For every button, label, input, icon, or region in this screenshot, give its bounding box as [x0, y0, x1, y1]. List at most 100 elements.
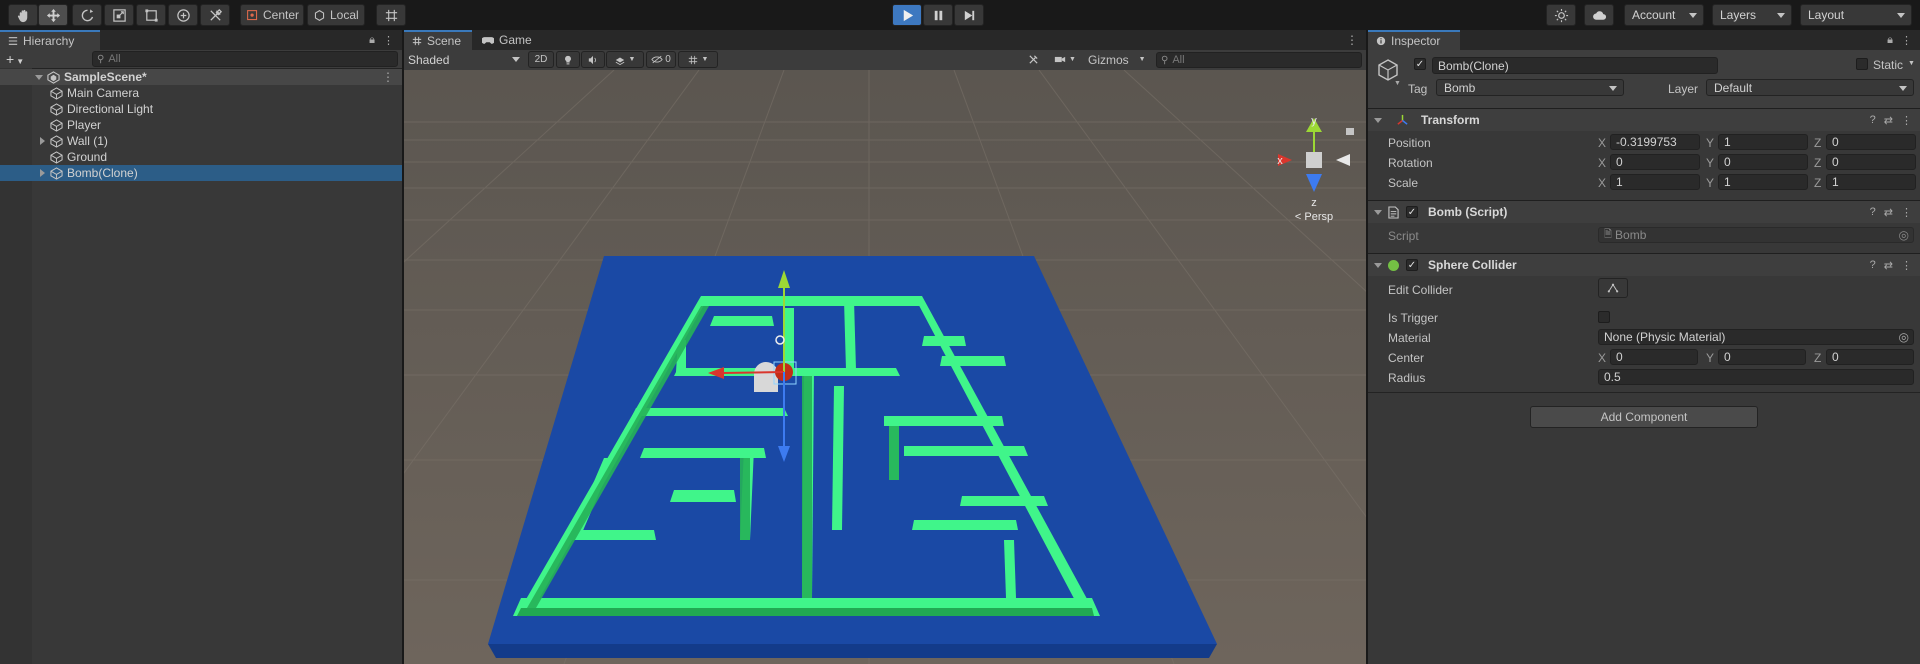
tab-scene[interactable]: Scene: [404, 30, 472, 50]
more-options-icon[interactable]: ⋮: [1901, 206, 1912, 219]
help-icon[interactable]: ?: [1870, 114, 1876, 127]
pivot-space-button[interactable]: Local: [307, 4, 365, 26]
rotation-y-field[interactable]: 0: [1718, 154, 1808, 170]
material-field[interactable]: None (Physic Material) ◎: [1598, 329, 1914, 345]
scene-tools-button[interactable]: [1022, 51, 1044, 68]
radius-field[interactable]: 0.5: [1598, 369, 1914, 385]
hidden-objects-toggle[interactable]: 0: [646, 51, 676, 68]
hierarchy-search-input[interactable]: ⚲ All: [92, 51, 398, 67]
rotate-tool-button[interactable]: [72, 4, 102, 26]
hierarchy-item[interactable]: Bomb(Clone): [0, 165, 402, 181]
center-y-field[interactable]: 0: [1718, 349, 1806, 365]
object-picker-icon[interactable]: ◎: [1899, 330, 1909, 344]
hierarchy-item[interactable]: Main Camera: [0, 85, 402, 101]
static-checkbox[interactable]: [1856, 58, 1868, 70]
transform-header[interactable]: Transform ? ⇄ ⋮: [1368, 108, 1920, 131]
scene-viewport[interactable]: y x z < Persp: [404, 70, 1366, 664]
draw-mode-dropdown[interactable]: Shaded: [406, 51, 526, 68]
gameobject-cube-icon[interactable]: [1376, 58, 1400, 82]
chevron-down-icon[interactable]: [1374, 209, 1382, 215]
hierarchy-item[interactable]: Wall (1): [0, 133, 402, 149]
toggle-audio-button[interactable]: [581, 51, 605, 68]
chevron-down-icon[interactable]: ▼: [1394, 80, 1401, 87]
hierarchy-item[interactable]: Directional Light: [0, 101, 402, 117]
scale-z-field[interactable]: 1: [1826, 174, 1916, 190]
add-component-button[interactable]: Add Component: [1530, 406, 1758, 428]
settings-icon[interactable]: ⇄: [1884, 259, 1893, 272]
object-name-field[interactable]: Bomb(Clone): [1432, 57, 1718, 74]
cloud-button[interactable]: [1584, 4, 1614, 26]
scene-search-input[interactable]: ⚲ All: [1156, 52, 1362, 68]
grid-visibility-dropdown[interactable]: ▼: [678, 51, 718, 68]
help-icon[interactable]: ?: [1870, 259, 1876, 272]
more-options-icon[interactable]: ⋮: [383, 34, 394, 47]
create-add-button[interactable]: + ▼: [6, 52, 24, 69]
position-x-field[interactable]: -0.3199753: [1610, 134, 1700, 150]
object-picker-icon[interactable]: ◎: [1899, 228, 1909, 242]
position-y-field[interactable]: 1: [1718, 134, 1808, 150]
rotation-z-field[interactable]: 0: [1826, 154, 1916, 170]
position-z-field[interactable]: 0: [1826, 134, 1916, 150]
toggle-lighting-button[interactable]: [556, 51, 580, 68]
play-button[interactable]: [892, 4, 922, 26]
chevron-down-icon[interactable]: [1374, 262, 1382, 268]
chevron-right-icon[interactable]: [40, 169, 45, 177]
more-options-icon[interactable]: ⋮: [1901, 34, 1912, 47]
move-tool-button[interactable]: [38, 4, 68, 26]
gizmos-dropdown[interactable]: Gizmos ▼: [1084, 51, 1154, 68]
settings-icon[interactable]: ⇄: [1884, 206, 1893, 219]
chevron-right-icon[interactable]: [40, 137, 45, 145]
panel-splitter[interactable]: [1366, 30, 1368, 664]
grid-snapping-button[interactable]: [376, 4, 406, 26]
scale-tool-button[interactable]: [104, 4, 134, 26]
help-icon[interactable]: ?: [1870, 206, 1876, 219]
chevron-down-icon[interactable]: [35, 74, 43, 80]
effects-dropdown[interactable]: ▼: [606, 51, 644, 68]
panel-splitter[interactable]: [402, 30, 404, 664]
center-x-field[interactable]: 0: [1610, 349, 1698, 365]
rotation-x-field[interactable]: 0: [1610, 154, 1700, 170]
bomb-script-enabled-checkbox[interactable]: ✓: [1406, 206, 1418, 218]
transform-tool-button[interactable]: [168, 4, 198, 26]
layer-dropdown[interactable]: Default: [1706, 79, 1914, 96]
chevron-down-icon: ▼: [1069, 56, 1076, 63]
hierarchy-item[interactable]: Player: [0, 117, 402, 133]
account-dropdown[interactable]: Account: [1624, 4, 1704, 26]
sphere-collider-enabled-checkbox[interactable]: ✓: [1406, 259, 1418, 271]
pause-button[interactable]: [923, 4, 953, 26]
pivot-mode-button[interactable]: Center: [240, 4, 304, 26]
lock-icon[interactable]: [1346, 128, 1354, 135]
chevron-down-icon[interactable]: [1374, 117, 1382, 123]
tag-dropdown[interactable]: Bomb: [1436, 79, 1624, 96]
settings-icon[interactable]: ⇄: [1884, 114, 1893, 127]
tab-hierarchy[interactable]: Hierarchy: [0, 30, 100, 50]
layout-dropdown[interactable]: Layout: [1800, 4, 1912, 26]
edit-collider-button[interactable]: [1598, 278, 1628, 298]
layers-dropdown[interactable]: Layers: [1712, 4, 1792, 26]
center-z-field[interactable]: 0: [1826, 349, 1914, 365]
lock-icon[interactable]: 🔒︎: [1887, 34, 1893, 47]
tab-inspector[interactable]: Inspector: [1368, 30, 1460, 50]
lighting-button[interactable]: [1546, 4, 1576, 26]
hierarchy-item[interactable]: Ground: [0, 149, 402, 165]
tab-game[interactable]: Game: [474, 30, 540, 50]
scale-x-field[interactable]: 1: [1610, 174, 1700, 190]
scene-root-row[interactable]: SampleScene* ⋮: [0, 69, 402, 85]
more-options-icon[interactable]: ⋮: [382, 70, 394, 84]
more-options-icon[interactable]: ⋮: [1346, 33, 1358, 47]
scale-y-field[interactable]: 1: [1718, 174, 1808, 190]
hand-tool-button[interactable]: [8, 4, 38, 26]
rect-tool-button[interactable]: [136, 4, 166, 26]
is-trigger-checkbox[interactable]: [1598, 311, 1610, 323]
camera-settings-dropdown[interactable]: ▼: [1049, 51, 1081, 68]
step-button[interactable]: [954, 4, 984, 26]
chevron-down-icon[interactable]: ▼: [1908, 60, 1915, 67]
toggle-2d-button[interactable]: 2D: [528, 51, 554, 68]
bomb-script-header[interactable]: ✓ Bomb (Script) ? ⇄ ⋮: [1368, 200, 1920, 223]
more-options-icon[interactable]: ⋮: [1901, 259, 1912, 272]
custom-tool-button[interactable]: [200, 4, 230, 26]
more-options-icon[interactable]: ⋮: [1901, 114, 1912, 127]
active-checkbox[interactable]: ✓: [1414, 58, 1426, 70]
lock-icon[interactable]: 🔒︎: [369, 34, 375, 47]
sphere-collider-header[interactable]: ✓ Sphere Collider ? ⇄ ⋮: [1368, 253, 1920, 276]
